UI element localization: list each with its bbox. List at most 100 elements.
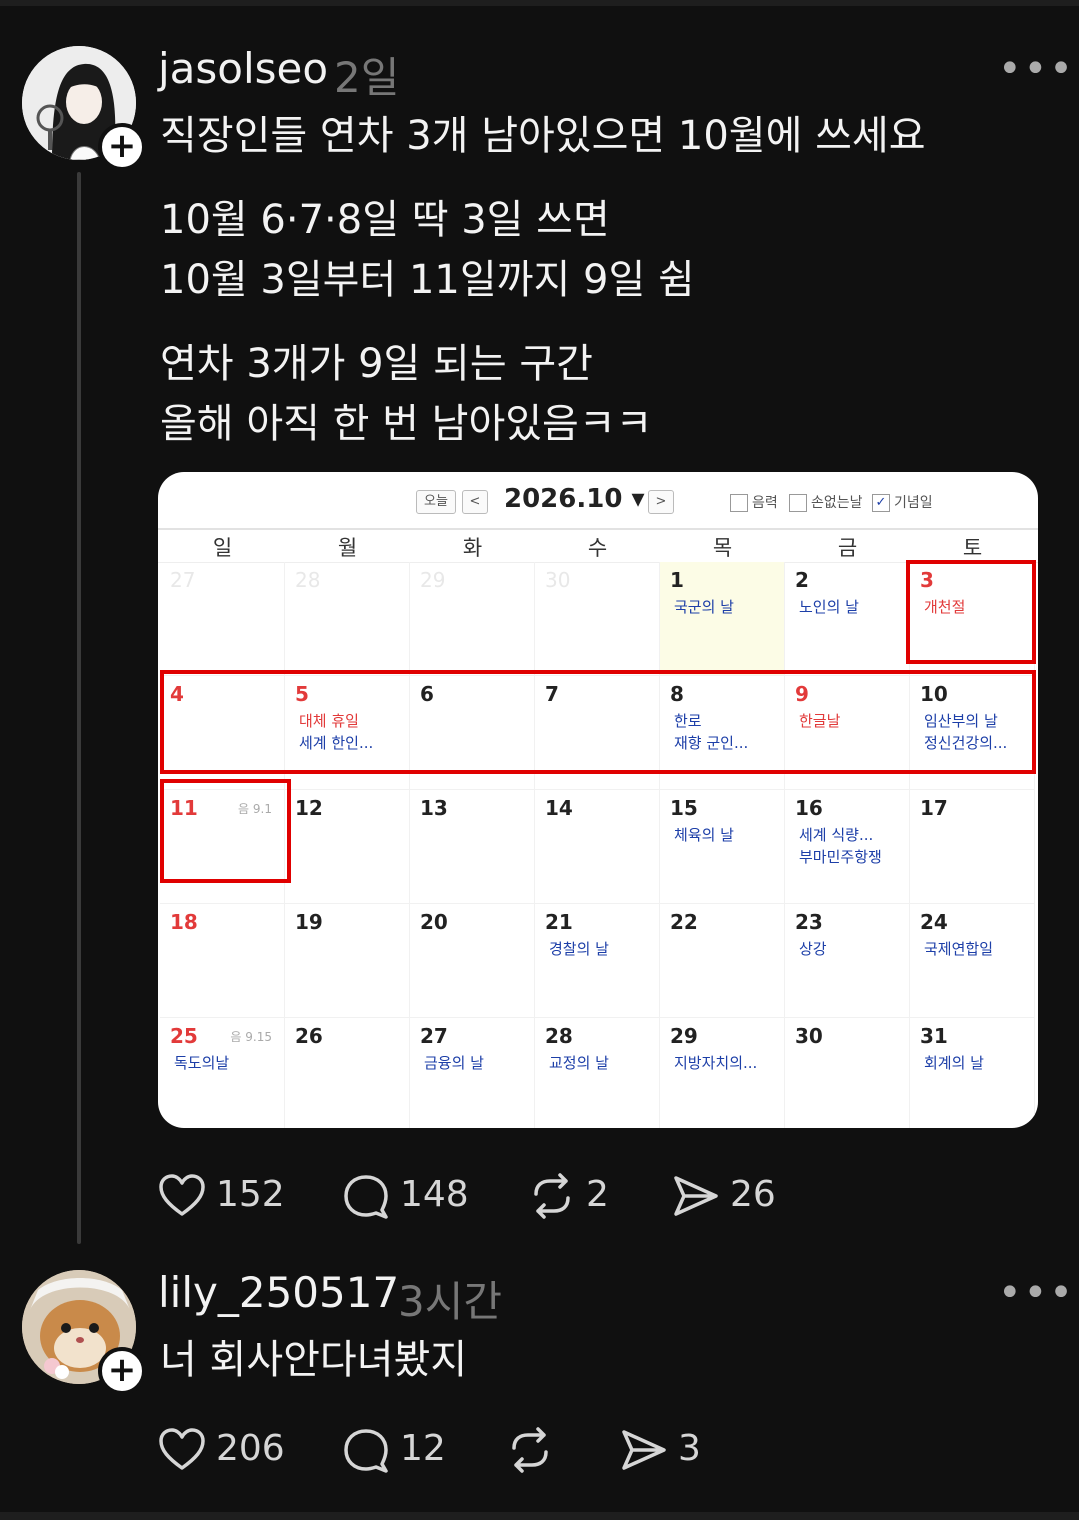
- day-number: 23: [795, 910, 823, 934]
- calendar-image[interactable]: 오늘 < 2026.10 ▾ > 음력 손없는날 ✓ 기념일 일 월 화 수 목 금 토 2…: [158, 472, 1038, 1128]
- calendar-day-cell[interactable]: 28 교정의 날: [535, 1018, 660, 1128]
- repost-icon: [512, 1427, 548, 1473]
- calendar-day-cell[interactable]: 19: [285, 904, 410, 1018]
- day-number: 20: [420, 910, 448, 934]
- day-event: 독도의날: [174, 1054, 230, 1072]
- repost-icon: [534, 1173, 570, 1219]
- lunar-checkbox[interactable]: [730, 494, 748, 512]
- day-event: 금융의 날: [424, 1054, 484, 1072]
- no-ghost-day-checkbox[interactable]: [789, 494, 807, 512]
- day-event: 부마민주항쟁: [799, 848, 882, 866]
- calendar-day-cell[interactable]: 26: [285, 1018, 410, 1128]
- calendar-day-cell[interactable]: 29 지방자치의...: [660, 1018, 785, 1128]
- day-number: 28: [295, 568, 321, 592]
- lunar-label: 음력: [752, 495, 778, 511]
- calendar-day-cell[interactable]: 17: [910, 790, 1035, 904]
- calendar-day-cell[interactable]: 22: [660, 904, 785, 1018]
- day-number: 30: [545, 568, 571, 592]
- day-event: 세계 식량...: [799, 826, 874, 844]
- day-number: 30: [795, 1024, 823, 1048]
- weekday-label: 일: [212, 536, 233, 560]
- send-icon: [674, 1176, 718, 1216]
- post-author-name[interactable]: jasolseo: [158, 44, 328, 93]
- calendar-day-cell[interactable]: 13: [410, 790, 535, 904]
- like-count: 152: [216, 1174, 285, 1215]
- next-month-button[interactable]: >: [648, 490, 674, 514]
- lunar-date: 음 9.15: [230, 1030, 272, 1044]
- day-event: 지방자치의...: [674, 1054, 758, 1072]
- day-number: 27: [420, 1024, 448, 1048]
- highlight-box-oct11: [160, 779, 291, 883]
- today-button[interactable]: 오늘: [416, 490, 456, 514]
- calendar-day-cell[interactable]: 31 회계의 날: [910, 1018, 1035, 1128]
- weekday-label: 화: [462, 536, 483, 560]
- more-options-icon[interactable]: •••: [998, 1270, 1075, 1316]
- calendar-day-cell[interactable]: 29: [410, 562, 535, 676]
- day-event: 국군의 날: [674, 598, 734, 616]
- calendar-day-cell[interactable]: 16 세계 식량... 부마민주항쟁: [785, 790, 910, 904]
- day-number: 28: [545, 1024, 573, 1048]
- day-number: 12: [295, 796, 323, 820]
- day-number: 22: [670, 910, 698, 934]
- calendar-day-cell[interactable]: 14: [535, 790, 660, 904]
- calendar-month-title[interactable]: 2026.10 ▾: [504, 484, 645, 514]
- anniversary-checkbox[interactable]: ✓: [872, 494, 890, 512]
- day-event: 교정의 날: [549, 1054, 609, 1072]
- day-number: 27: [170, 568, 196, 592]
- comment-icon: [344, 1429, 388, 1473]
- calendar-day-cell[interactable]: 27: [160, 562, 285, 676]
- share-count: 26: [730, 1174, 776, 1215]
- comment-count: 148: [400, 1174, 469, 1215]
- prev-month-button[interactable]: <: [462, 490, 488, 514]
- day-number: 31: [920, 1024, 948, 1048]
- like-count: 206: [216, 1428, 285, 1469]
- day-number: 1: [670, 568, 684, 592]
- day-number: 25: [170, 1024, 198, 1048]
- day-number: 29: [670, 1024, 698, 1048]
- calendar-day-cell[interactable]: 21 경찰의 날: [535, 904, 660, 1018]
- day-number: 29: [420, 568, 446, 592]
- day-event: 체육의 날: [674, 826, 734, 844]
- anniversary-label: 기념일: [894, 495, 933, 511]
- calendar-day-cell[interactable]: 2 노인의 날: [785, 562, 910, 676]
- weekday-label: 월: [337, 536, 358, 560]
- weekday-label: 목: [712, 536, 733, 560]
- day-number: 24: [920, 910, 948, 934]
- calendar-day-cell[interactable]: 24 국제연합일: [910, 904, 1035, 1018]
- calendar-day-cell[interactable]: 1 국군의 날: [660, 562, 785, 676]
- calendar-day-cell[interactable]: 23 상강: [785, 904, 910, 1018]
- comment-icon: [344, 1175, 388, 1219]
- day-number: 19: [295, 910, 323, 934]
- calendar-day-cell[interactable]: 30: [785, 1018, 910, 1128]
- share-count: 3: [678, 1428, 701, 1469]
- more-options-icon[interactable]: •••: [998, 46, 1075, 92]
- follow-plus-icon[interactable]: +: [98, 1347, 146, 1395]
- bottom-divider: [0, 1512, 1079, 1520]
- post-body-line: 연차 3개가 9일 되는 구간: [160, 341, 593, 387]
- calendar-header: 오늘 < 2026.10 ▾ > 음력 손없는날 ✓ 기념일: [158, 472, 1038, 530]
- repost-count: 2: [586, 1174, 609, 1215]
- calendar-day-cell[interactable]: 25 음 9.15 독도의날: [160, 1018, 285, 1128]
- highlight-box-oct3: [906, 560, 1036, 664]
- post-headline: 직장인들 연차 3개 남아있으면 10월에 쓰세요: [160, 113, 926, 159]
- day-number: 18: [170, 910, 198, 934]
- reply-author-name[interactable]: lily_250517: [158, 1268, 399, 1317]
- day-number: 21: [545, 910, 573, 934]
- calendar-day-cell[interactable]: 15 체육의 날: [660, 790, 785, 904]
- calendar-day-cell[interactable]: 20: [410, 904, 535, 1018]
- calendar-day-cell[interactable]: 12: [285, 790, 410, 904]
- day-number: 17: [920, 796, 948, 820]
- no-ghost-day-label: 손없는날: [811, 495, 863, 511]
- day-number: 26: [295, 1024, 323, 1048]
- post-body-line: 올해 아직 한 번 남아있음ㅋㅋ: [160, 401, 653, 447]
- send-icon: [622, 1430, 666, 1470]
- heart-icon: [159, 1174, 205, 1216]
- day-event: 회계의 날: [924, 1054, 984, 1072]
- calendar-day-cell[interactable]: 18: [160, 904, 285, 1018]
- calendar-day-cell[interactable]: 30: [535, 562, 660, 676]
- post-time: 2일: [334, 53, 400, 102]
- follow-plus-icon[interactable]: +: [98, 123, 146, 171]
- reply-text: 너 회사안다녀봤지: [160, 1337, 468, 1383]
- calendar-day-cell[interactable]: 28: [285, 562, 410, 676]
- calendar-day-cell[interactable]: 27 금융의 날: [410, 1018, 535, 1128]
